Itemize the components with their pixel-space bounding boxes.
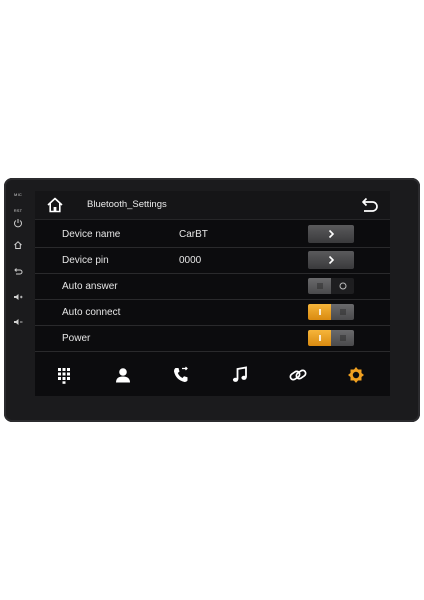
toggle-thumb: [308, 278, 331, 294]
top-bar: Bluetooth_Settings: [35, 191, 390, 220]
music-icon[interactable]: [230, 365, 250, 385]
auto-connect-toggle[interactable]: [308, 304, 354, 320]
setting-label: Power: [62, 333, 91, 344]
volume-up-key-icon[interactable]: [8, 292, 28, 306]
settings-icon[interactable]: [346, 365, 366, 385]
mic-label: MIC: [14, 192, 22, 197]
screen: Bluetooth_Settings Device name CarBT Dev…: [35, 191, 390, 396]
volume-down-key-icon[interactable]: [8, 317, 28, 331]
power-key-icon[interactable]: [8, 218, 28, 232]
bottom-nav: [35, 355, 390, 396]
toggle-on-indicator: [308, 304, 331, 320]
setting-label: Device name: [62, 229, 121, 240]
setting-row-device-name[interactable]: Device name CarBT: [35, 222, 390, 248]
setting-label: Auto connect: [62, 307, 121, 318]
chevron-right-icon: [328, 229, 335, 239]
power-toggle[interactable]: [308, 330, 354, 346]
auto-answer-toggle[interactable]: [308, 278, 354, 294]
link-icon[interactable]: [288, 365, 308, 385]
back-key-icon[interactable]: [8, 267, 28, 281]
setting-label: Auto answer: [62, 281, 118, 292]
setting-row-auto-answer: Auto answer: [35, 274, 390, 300]
setting-value: 0000: [179, 255, 202, 266]
setting-value: CarBT: [179, 229, 208, 240]
call-log-icon[interactable]: [171, 365, 191, 385]
setting-row-auto-connect: Auto connect: [35, 300, 390, 326]
toggle-thumb: [331, 304, 354, 320]
chevron-right-icon: [328, 255, 335, 265]
page-title: Bluetooth_Settings: [87, 199, 167, 210]
home-icon[interactable]: [45, 195, 65, 215]
dialpad-icon[interactable]: [55, 365, 75, 385]
toggle-thumb: [331, 330, 354, 346]
setting-row-power: Power: [35, 326, 390, 352]
setting-label: Device pin: [62, 255, 109, 266]
toggle-off-indicator: [331, 278, 354, 294]
edit-device-name-button[interactable]: [308, 225, 354, 243]
back-icon[interactable]: [358, 195, 380, 215]
toggle-on-indicator: [308, 330, 331, 346]
home-key-icon[interactable]: [8, 240, 28, 254]
contacts-icon[interactable]: [113, 365, 133, 385]
setting-row-device-pin[interactable]: Device pin 0000: [35, 248, 390, 274]
edit-device-pin-button[interactable]: [308, 251, 354, 269]
reset-button[interactable]: RST: [8, 204, 28, 218]
